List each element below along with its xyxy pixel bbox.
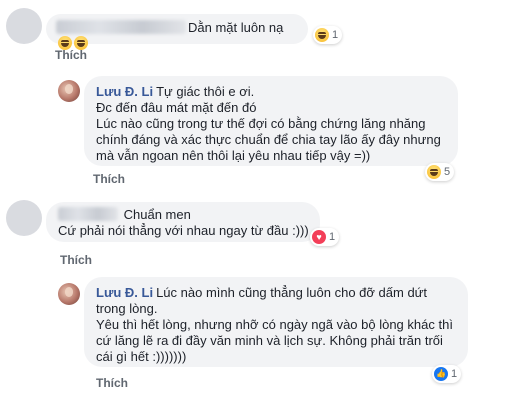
comment-bubble: Chuẩn men Cứ phải nói thẳng với nhau nga… [46, 202, 320, 242]
avatar[interactable] [58, 80, 80, 102]
comment-text: chính đáng và xác thực chuẩn để chia tay… [96, 132, 441, 147]
reaction-summary[interactable]: 5 [425, 163, 455, 181]
comment-text: cái gì hết :))))))) [96, 349, 187, 364]
comment-text: Cứ phải nói thẳng với nhau ngay từ đầu :… [58, 223, 309, 238]
avatar[interactable] [6, 200, 42, 236]
author-name-redacted[interactable] [58, 207, 118, 221]
like-link[interactable]: Thích [55, 48, 87, 62]
author-name-redacted[interactable] [56, 20, 186, 34]
comment-bubble: Lưu Đ. Li Lúc nào mình cũng thẳng luôn ch… [84, 277, 468, 367]
comment-text: Lúc nào mình cũng thẳng luôn cho đỡ dấm … [156, 285, 427, 300]
like-link[interactable]: Thích [60, 253, 92, 267]
comment-text: Dằn mặt luôn nạ [188, 20, 284, 35]
love-icon: ♥ [312, 230, 326, 244]
reaction-summary[interactable]: ♥ 1 [310, 228, 340, 246]
haha-icon [315, 28, 329, 42]
reaction-summary[interactable]: 1 [313, 26, 343, 44]
comment-text: Lúc nào cũng trong tư thế đợi có bằng ch… [96, 116, 426, 131]
author-name[interactable]: Lưu Đ. Li [96, 84, 153, 99]
comment-bubble: Lưu Đ. Li Tự giác thôi e ơi. Đc đến đâu m… [84, 76, 458, 166]
like-link[interactable]: Thích [93, 172, 125, 186]
comment-text: cứ lăng lẽ ra đi đầy văn minh và lịch sự… [96, 333, 443, 348]
author-name[interactable]: Lưu Đ. Li [96, 285, 153, 300]
comment-text: Tự giác thôi e ơi. [156, 84, 255, 99]
avatar[interactable] [58, 283, 80, 305]
like-link[interactable]: Thích [96, 376, 128, 390]
reaction-count: 1 [332, 29, 339, 41]
avatar[interactable] [6, 8, 42, 44]
comment-text: mà vẫn ngoan nên thôi lại yêu nhau tiếp … [96, 148, 371, 163]
comment-bubble: Dằn mặt luôn nạ [46, 14, 308, 50]
reaction-count: 1 [451, 368, 458, 380]
comment-text: Chuẩn men [123, 207, 191, 222]
haha-icon [427, 165, 441, 179]
comment-text: Yêu thì hết lòng, nhưng nhỡ có ngày ngã … [96, 317, 453, 332]
like-icon: 👍 [434, 367, 448, 381]
comment-text: trong lòng. [96, 301, 158, 316]
comment-text: Đc đến đâu mát mặt đến đó [96, 100, 257, 115]
reaction-count: 5 [444, 166, 451, 178]
reaction-count: 1 [329, 231, 336, 243]
reaction-summary[interactable]: 👍 1 [432, 365, 462, 383]
